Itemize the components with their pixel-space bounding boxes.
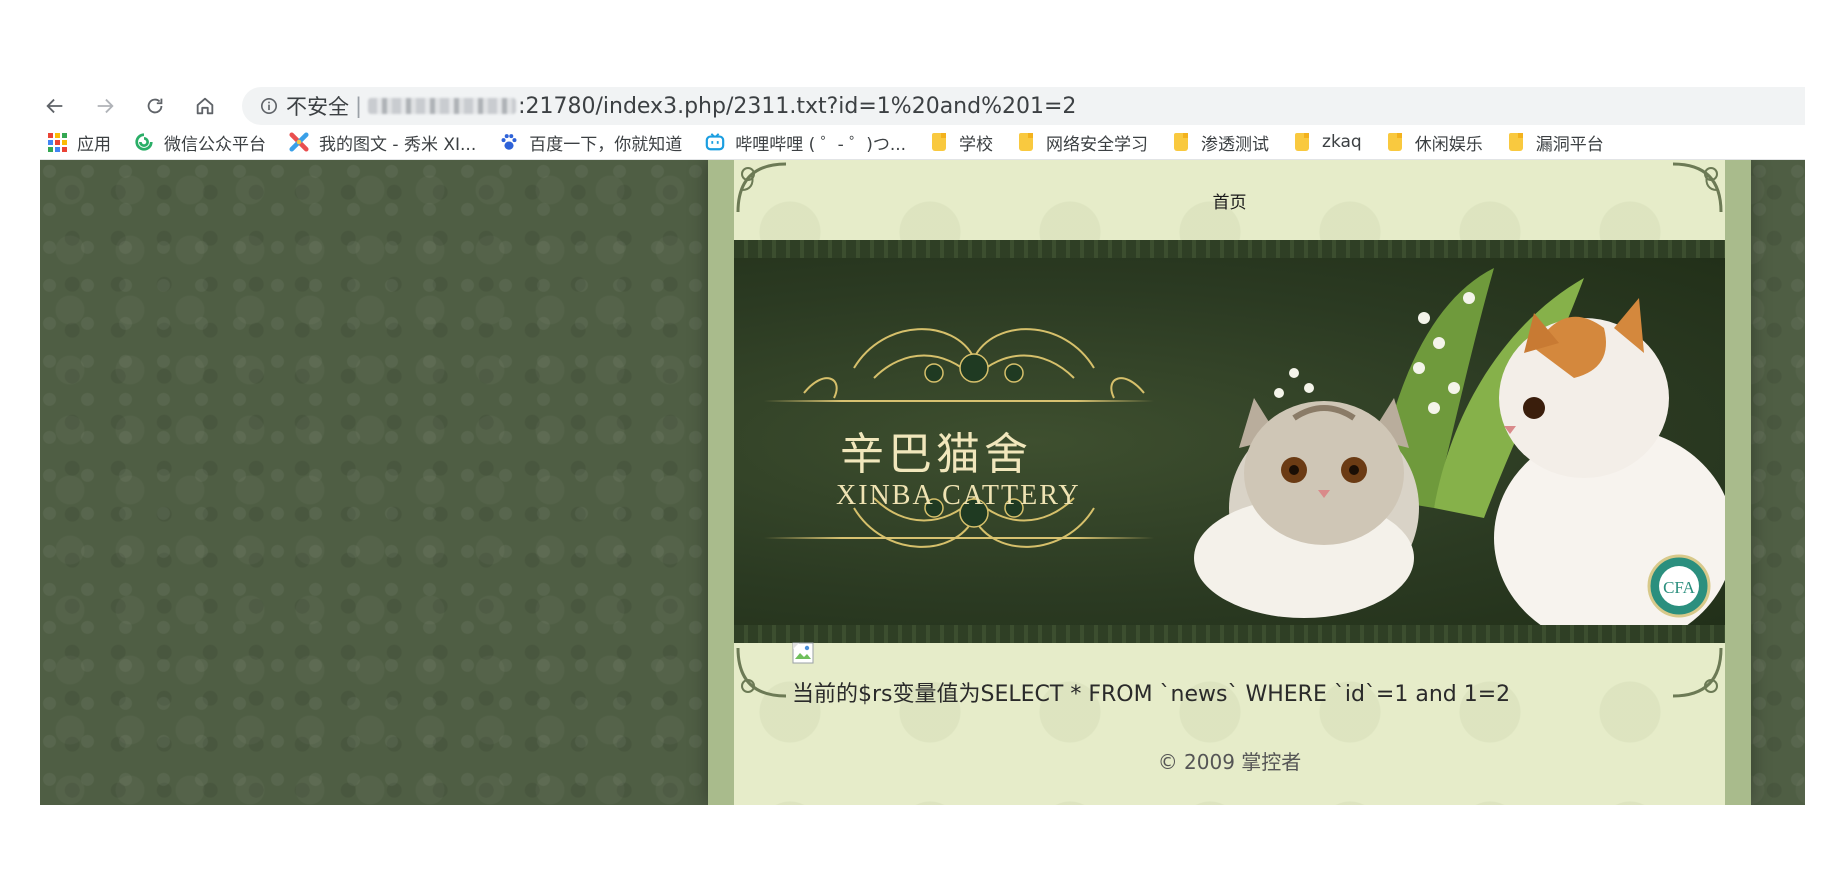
bookmark-folder-leisure[interactable]: 休闲娱乐 bbox=[1384, 130, 1483, 155]
bookmark-label: 哔哩哔哩 ( ゜- ゜)つ... bbox=[735, 134, 907, 155]
browser-window: 不安全 | :21780/index3.php/2311.txt?id=1%20… bbox=[40, 85, 1805, 805]
folder-icon bbox=[1505, 131, 1527, 153]
wechat-icon bbox=[133, 131, 155, 153]
folder-icon bbox=[928, 131, 950, 153]
folder-icon bbox=[1291, 131, 1313, 153]
folder-icon bbox=[1384, 131, 1406, 153]
redacted-host bbox=[368, 98, 517, 114]
browser-toolbar: 不安全 | :21780/index3.php/2311.txt?id=1%20… bbox=[40, 85, 1805, 125]
cattery-banner: 辛巴猫舍 XINBA CATTERY CFA bbox=[734, 240, 1725, 643]
bookmark-wechat[interactable]: 微信公众平台 bbox=[133, 130, 266, 155]
baidu-paw-icon bbox=[498, 131, 520, 153]
bookmarks-bar: 应用 微信公众平台 我的图文 - 秀米 XI... 百度一下，你就知道 哔哩哔哩… bbox=[40, 125, 1805, 160]
nav-home-link[interactable]: 首页 bbox=[734, 188, 1725, 213]
footer-copyright: © 2009 掌控者 bbox=[1157, 750, 1302, 774]
reload-icon bbox=[147, 98, 163, 114]
bookmark-folder-vuln[interactable]: 漏洞平台 bbox=[1505, 130, 1604, 155]
address-bar[interactable]: 不安全 | :21780/index3.php/2311.txt?id=1%20… bbox=[242, 87, 1805, 125]
gold-divider bbox=[764, 537, 1154, 539]
exotic-cat-left-icon bbox=[1194, 398, 1419, 618]
bookmark-label: zkaq bbox=[1322, 132, 1362, 152]
apps-grid-icon bbox=[46, 131, 68, 153]
ornament-corner-icon bbox=[734, 644, 790, 700]
bookmark-xiumi[interactable]: 我的图文 - 秀米 XI... bbox=[288, 130, 476, 155]
bookmark-label: 渗透测试 bbox=[1201, 134, 1270, 155]
cfa-badge-icon: CFA bbox=[1647, 554, 1711, 618]
ornament-corner-icon bbox=[1669, 644, 1725, 700]
page-viewport[interactable]: 首页 辛巴猫舍 XINBA CATTERY CFA 当前的$rs变量值为SELE… bbox=[40, 160, 1805, 805]
home-icon bbox=[196, 97, 214, 115]
security-label: 不安全 bbox=[286, 95, 349, 119]
bookmark-bilibili[interactable]: 哔哩哔哩 ( ゜- ゜)つ... bbox=[704, 130, 906, 155]
address-separator: | bbox=[355, 94, 363, 118]
bookmark-label: 网络安全学习 bbox=[1046, 134, 1149, 155]
back-button[interactable] bbox=[40, 91, 70, 121]
site-inner: 首页 辛巴猫舍 XINBA CATTERY CFA 当前的$rs变量值为SELE… bbox=[734, 160, 1725, 805]
xiumi-icon bbox=[288, 131, 310, 153]
folder-icon bbox=[1170, 131, 1192, 153]
reload-button[interactable] bbox=[140, 91, 170, 121]
bookmark-label: 休闲娱乐 bbox=[1414, 134, 1483, 155]
banner-body: 辛巴猫舍 XINBA CATTERY CFA bbox=[734, 258, 1725, 625]
arrow-left-icon bbox=[46, 98, 63, 114]
broken-image-icon bbox=[792, 642, 814, 664]
bookmark-folder-security[interactable]: 网络安全学习 bbox=[1015, 130, 1148, 155]
banner-title-en: XINBA CATTERY bbox=[836, 480, 1081, 511]
site-container: 首页 辛巴猫舍 XINBA CATTERY CFA 当前的$rs变量值为SELE… bbox=[708, 160, 1751, 805]
banner-bottom-strip bbox=[734, 625, 1725, 643]
arrow-right-icon bbox=[97, 98, 114, 114]
forward-button[interactable] bbox=[90, 91, 120, 121]
badge-text: CFA bbox=[1663, 578, 1696, 597]
bilibili-icon bbox=[704, 131, 726, 153]
banner-top-strip bbox=[734, 240, 1725, 258]
bookmark-label: 我的图文 - 秀米 XI... bbox=[319, 134, 477, 155]
bookmark-folder-zkaq[interactable]: zkaq bbox=[1291, 131, 1362, 153]
gold-divider bbox=[764, 400, 1154, 402]
bookmark-label: 微信公众平台 bbox=[164, 134, 266, 155]
home-button[interactable] bbox=[190, 91, 220, 121]
banner-title-cn: 辛巴猫舍 bbox=[840, 429, 1032, 480]
url-text: :21780/index3.php/2311.txt?id=1%20and%20… bbox=[518, 93, 1077, 119]
folder-icon bbox=[1015, 131, 1037, 153]
bookmark-label: 学校 bbox=[959, 134, 994, 155]
bookmark-folder-pentest[interactable]: 渗透测试 bbox=[1170, 130, 1269, 155]
bookmark-label: 应用 bbox=[77, 134, 111, 155]
sql-debug-message: 当前的$rs变量值为SELECT * FROM `news` WHERE `id… bbox=[792, 682, 1511, 707]
bookmark-apps[interactable]: 应用 bbox=[46, 130, 111, 155]
info-icon[interactable] bbox=[260, 97, 278, 115]
bookmark-label: 漏洞平台 bbox=[1535, 134, 1604, 155]
bookmark-folder-school[interactable]: 学校 bbox=[928, 130, 993, 155]
bookmark-baidu[interactable]: 百度一下，你就知道 bbox=[498, 130, 682, 155]
bookmark-label: 百度一下，你就知道 bbox=[529, 134, 683, 155]
